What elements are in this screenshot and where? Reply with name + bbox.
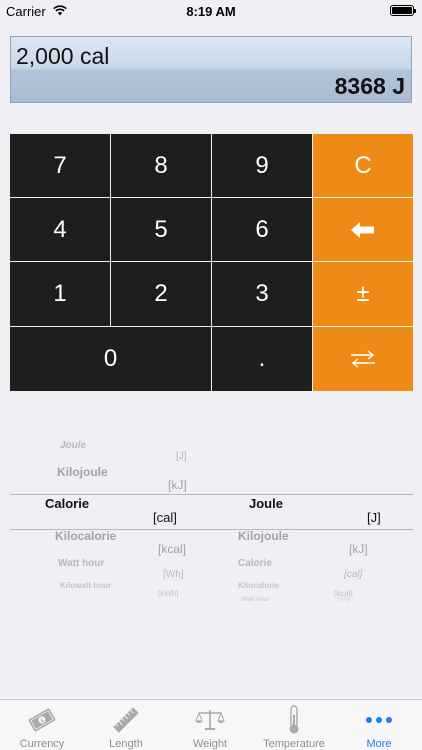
tab-currency[interactable]: $ Currency	[0, 700, 84, 750]
tab-label: Currency	[19, 738, 65, 750]
result-value: 8368 J	[334, 73, 405, 99]
from-unit-option[interactable]: Kilocalorie	[55, 529, 116, 543]
key-2[interactable]: 2	[111, 262, 211, 326]
to-unit-symbol: [cal]	[344, 569, 363, 580]
to-unit-option[interactable]: Watt hour	[242, 597, 270, 603]
key-4[interactable]: 4	[10, 198, 110, 261]
tab-weight[interactable]: Weight	[168, 700, 252, 750]
thermometer-icon	[289, 705, 299, 734]
key-0[interactable]: 0	[10, 327, 211, 391]
plus-minus-button[interactable]: ±	[313, 262, 413, 326]
from-unit-option[interactable]: Kilowatt hour	[60, 581, 111, 590]
to-unit-symbol: [kJ]	[349, 542, 368, 556]
key-1[interactable]: 1	[10, 262, 110, 326]
tab-temperature[interactable]: Temperature	[252, 700, 336, 750]
battery-icon	[390, 5, 416, 16]
from-unit-symbol: [Wh]	[163, 569, 184, 580]
from-unit-option[interactable]: Watt hour	[58, 558, 104, 569]
tab-label: Length	[109, 738, 143, 750]
to-unit-option[interactable]: Kilojoule	[238, 529, 289, 543]
tab-bar: $ Currency Length Weight Temperature Mor…	[0, 699, 422, 750]
key-8[interactable]: 8	[111, 134, 211, 197]
swap-arrows-icon	[351, 350, 375, 368]
from-unit-symbol: [kJ]	[168, 478, 187, 492]
key-5[interactable]: 5	[111, 198, 211, 261]
to-unit-selected[interactable]: Joule	[249, 496, 283, 511]
more-icon	[366, 717, 392, 723]
currency-icon: $	[28, 708, 56, 732]
status-bar: Carrier 8:19 AM	[0, 0, 422, 22]
ruler-icon	[113, 707, 139, 733]
tab-length[interactable]: Length	[84, 700, 168, 750]
from-unit-selected[interactable]: Calorie	[45, 496, 89, 511]
conversion-display: 2,000 cal 8368 J	[10, 36, 412, 103]
to-unit-selected-symbol: [J]	[367, 510, 381, 525]
backspace-arrow-icon	[351, 221, 374, 238]
unit-picker[interactable]: Joule [J] Kilojoule [kJ] Calorie [cal] K…	[10, 430, 413, 605]
scale-icon	[195, 710, 225, 730]
from-unit-symbol: [J]	[176, 451, 187, 462]
to-unit-symbol: [Wh]	[338, 597, 351, 603]
from-unit-symbol: [kcal]	[158, 542, 187, 556]
keypad: 7 8 9 C 4 5 6 1 2 3 ± 0 .	[10, 134, 413, 391]
tab-label: Weight	[192, 738, 228, 750]
from-unit-selected-symbol: [cal]	[153, 510, 177, 525]
from-unit-option[interactable]: Kilojoule	[57, 465, 108, 479]
swap-units-button[interactable]	[313, 327, 413, 391]
tab-label: Temperature	[263, 738, 325, 750]
to-unit-option[interactable]: Kilocalorie	[238, 581, 279, 590]
key-7[interactable]: 7	[10, 134, 110, 197]
key-6[interactable]: 6	[212, 198, 312, 261]
tab-more[interactable]: More	[336, 700, 422, 750]
input-value: 2,000 cal	[16, 43, 110, 69]
from-unit-symbol: [kWh]	[158, 589, 179, 598]
status-time: 8:19 AM	[186, 4, 236, 19]
key-9[interactable]: 9	[212, 134, 312, 197]
from-unit-option[interactable]: Joule	[60, 440, 86, 451]
to-unit-option[interactable]: Calorie	[238, 558, 272, 569]
clear-button[interactable]: C	[313, 134, 413, 197]
backspace-button[interactable]	[313, 198, 413, 261]
key-3[interactable]: 3	[212, 262, 312, 326]
key-decimal[interactable]: .	[212, 327, 312, 391]
tab-label: More	[366, 738, 392, 750]
